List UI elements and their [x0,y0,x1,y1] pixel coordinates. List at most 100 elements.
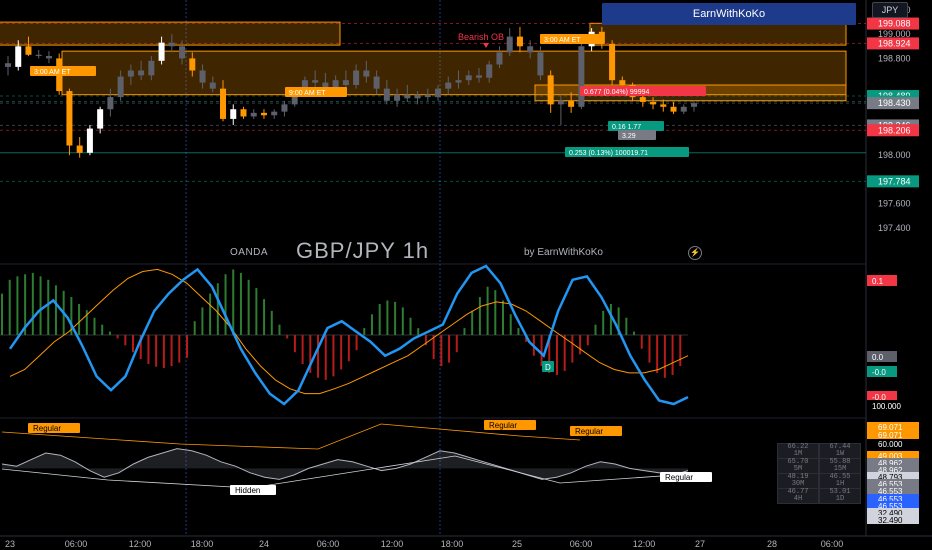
rsi-axis-label: 60.000 [878,440,903,449]
candle-body [496,52,503,65]
candle-body [15,46,22,67]
candle-body [506,36,513,53]
candle-body [486,64,493,78]
candle-body [609,43,616,81]
candle-body [394,94,401,101]
mtf-cell: 46.77 4H [777,488,819,504]
time-axis-label: 06:00 [65,539,88,549]
signal-marker-label: D [545,363,551,372]
mtf-timeframe: 1D [835,495,845,503]
candle-body [435,88,442,98]
session-tag-label: 3:00 AM ET [34,69,71,76]
candle-body [650,101,657,105]
candle-body [557,100,564,105]
candle-body [158,42,165,61]
time-axis-label: 25 [512,539,522,549]
candle-body [5,63,11,67]
price-level-tag-label: 199.088 [878,19,911,29]
osc-axis-label: 0.1 [872,277,884,286]
osc-axis-label: 100.000 [872,402,901,411]
candle-body [107,97,114,110]
candle-body [660,104,667,107]
time-axis-label: 06:00 [570,539,593,549]
candle-body [424,94,431,98]
candle-body [260,112,267,116]
candle-body [383,88,390,101]
candle-body [97,109,104,129]
candle-body [691,103,697,107]
candle-body [373,76,380,89]
mtf-timeframe: 15M [833,465,847,473]
broker-label: OANDA [230,247,269,258]
candle-body [527,46,534,53]
time-axis-label: 24 [259,539,269,549]
candle-body [271,111,278,116]
candle-body [312,80,319,83]
candle-body [117,76,124,98]
candle-body [127,70,134,77]
candle-body [619,80,626,86]
lightning-icon[interactable]: ⚡ [688,246,702,260]
candle-body [281,104,288,112]
candle-body [404,94,411,99]
candle-body [76,145,83,153]
symbol-title: GBP/JPY 1h [296,238,430,263]
candle-body [25,46,32,55]
time-axis-label: 06:00 [317,539,340,549]
price-tick-label: 197.600 [878,199,911,209]
byline-label: by EarnWithKoKo [524,247,603,258]
session-tag-label: 3:00 AM ET [544,37,581,44]
candle-body [86,128,93,153]
candle-body [148,60,155,76]
divergence-tag-label: Regular [489,421,517,430]
candle-body [465,75,472,81]
osc-axis-label: -0.0 [872,368,886,377]
mtf-timeframe: 30M [791,480,805,488]
candle-body [680,106,687,112]
divergence-tag-label: Regular [575,427,603,436]
candle-body [578,46,585,107]
order-block-zone [0,21,341,46]
symbol-watermark: OANDA GBP/JPY 1h by EarnWithKoKo ⚡ [230,238,702,266]
mtf-cell: 48.19 30M [777,473,819,489]
time-axis-label: 06:00 [821,539,844,549]
time-axis-label: 18:00 [441,539,464,549]
mtf-timeframe: 1W [835,450,845,458]
candle-body [230,109,237,119]
mtf-timeframe: 1H [835,480,845,488]
candle-body [220,88,227,119]
risk-tag-label: 0.677 (0.04%) 99994 [584,89,649,96]
candle-body [209,82,216,89]
bearish-ob-label: Bearish OB [458,32,504,42]
price-tick-label: 197.400 [878,223,911,233]
price-level-tag-label: 198.924 [878,38,911,48]
rsi-axis-label: 32.490 [878,516,903,525]
price-level-tag-label: 198.206 [878,125,911,135]
time-axis-label: 12:00 [381,539,404,549]
price-tick-label: 198.800 [878,53,911,63]
divergence-tag-label: Regular [33,424,61,433]
candle-body [670,106,677,112]
session-tag-label: 9:00 AM ET [289,90,326,97]
mtf-timeframe: 1M [793,450,803,458]
price-tick-label: 198.000 [878,150,911,160]
candle-body [568,100,575,107]
candle-body [240,109,247,117]
candle-body [199,70,206,83]
brand-button[interactable]: EarnWithKoKo [602,3,856,25]
candle-body [516,36,523,47]
candle-body [138,70,145,76]
mtf-cell: 55.88 15M [819,458,861,474]
time-axis-label: 18:00 [191,539,214,549]
order-block-zone [589,22,847,46]
candle-body [414,94,421,99]
time-axis-label: 12:00 [129,539,152,549]
time-axis-label: 28 [767,539,777,549]
candle-body [475,75,482,78]
time-axis-label: 27 [695,539,705,549]
candle-body [363,70,370,77]
candle-body [353,70,360,86]
candle-body [66,91,73,146]
candle-body [168,42,175,47]
currency-label[interactable]: JPY [872,2,908,18]
